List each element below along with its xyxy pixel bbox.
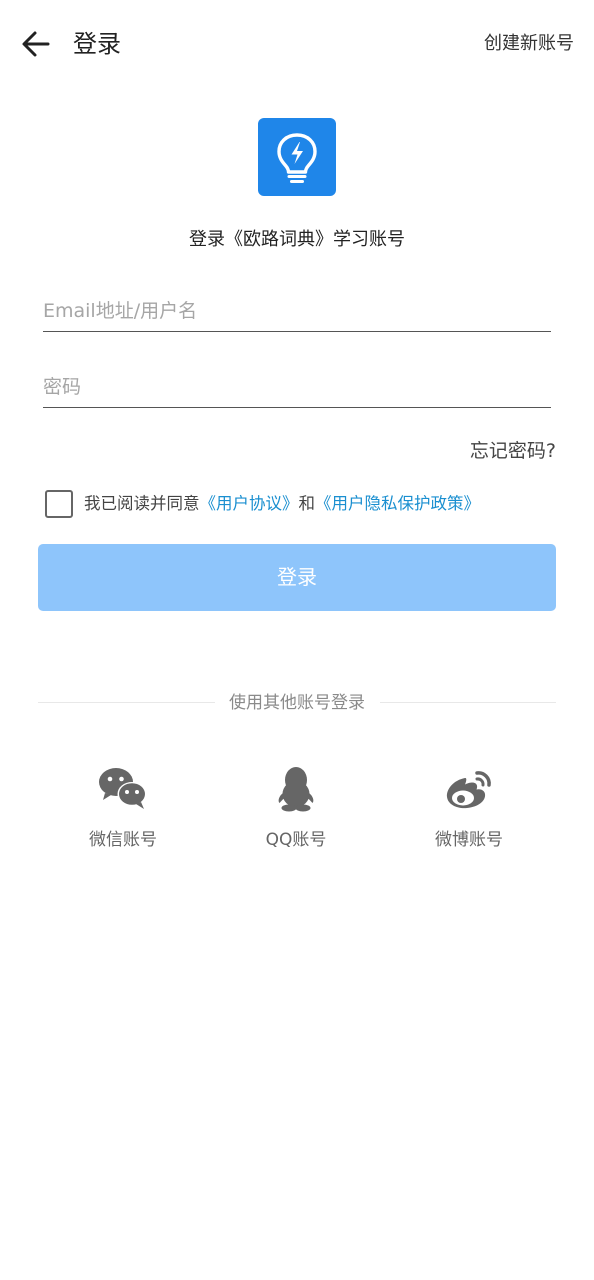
qq-login-button[interactable]: QQ账号 — [231, 765, 361, 865]
qq-icon — [278, 767, 314, 812]
agreement-row: 我已阅读并同意《用户协议》和《用户隐私保护政策》 — [44, 489, 564, 519]
page-title: 登录 — [73, 30, 121, 58]
wechat-login-button[interactable]: 微信账号 — [58, 765, 188, 865]
password-field[interactable] — [43, 363, 551, 408]
email-field[interactable] — [43, 287, 551, 332]
privacy-policy-link[interactable]: 《用户隐私保护政策》 — [315, 494, 480, 513]
agreement-checkbox[interactable] — [45, 490, 73, 518]
wechat-icon — [99, 768, 147, 809]
back-arrow-icon[interactable] — [18, 28, 54, 60]
user-agreement-link[interactable]: 《用户协议》 — [200, 494, 299, 513]
agreement-and: 和 — [298, 494, 316, 513]
forgot-password-link[interactable]: 忘记密码? — [470, 437, 556, 465]
agreement-prefix: 我已阅读并同意 — [84, 494, 200, 513]
agreement-text: 我已阅读并同意《用户协议》和《用户隐私保护政策》 — [84, 491, 480, 517]
app-logo — [258, 118, 336, 196]
lightbulb-bolt-icon — [277, 133, 317, 183]
login-subtitle: 登录《欧路词典》学习账号 — [189, 229, 405, 250]
weibo-label: 微博账号 — [435, 830, 503, 850]
password-input[interactable] — [43, 369, 551, 405]
app-bar: 登录 创建新账号 — [0, 0, 594, 90]
other-login-divider: 使用其他账号登录 — [229, 693, 365, 713]
create-account-link[interactable]: 创建新账号 — [484, 30, 574, 58]
qq-label: QQ账号 — [265, 830, 327, 850]
email-input[interactable] — [43, 293, 551, 329]
login-button[interactable]: 登录 — [38, 544, 556, 611]
wechat-label: 微信账号 — [89, 830, 157, 850]
weibo-login-button[interactable]: 微博账号 — [404, 765, 534, 865]
weibo-icon — [446, 771, 491, 809]
